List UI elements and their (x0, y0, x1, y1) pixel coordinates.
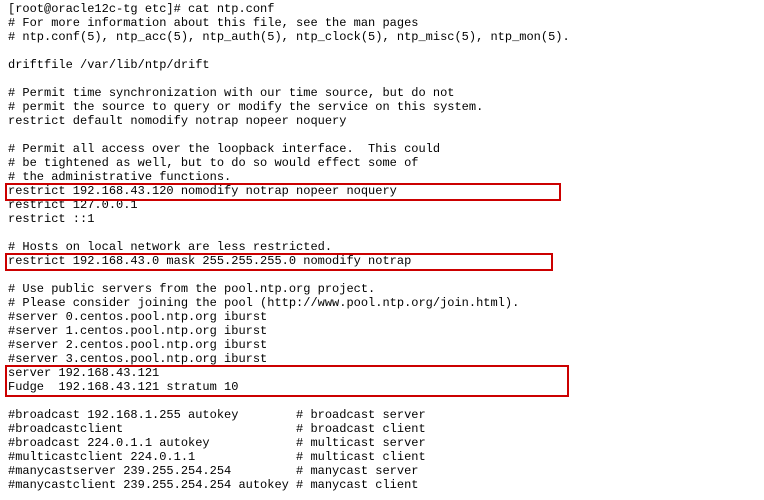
line: restrict default nomodify notrap nopeer … (8, 114, 346, 128)
line: restrict ::1 (8, 212, 94, 226)
line: # ntp.conf(5), ntp_acc(5), ntp_auth(5), … (8, 30, 570, 44)
line: #server 3.centos.pool.ntp.org iburst (8, 352, 267, 366)
line: [root@oracle12c-tg etc]# cat ntp.conf (8, 2, 274, 16)
line: #multicastclient 224.0.1.1 # multicast c… (8, 450, 426, 464)
line: # be tightened as well, but to do so wou… (8, 156, 418, 170)
line: driftfile /var/lib/ntp/drift (8, 58, 210, 72)
line: server 192.168.43.121 (8, 366, 159, 380)
terminal-output: [root@oracle12c-tg etc]# cat ntp.conf # … (0, 0, 578, 494)
line: #server 1.centos.pool.ntp.org iburst (8, 324, 267, 338)
line: #manycastserver 239.255.254.254 # manyca… (8, 464, 418, 478)
line: Fudge 192.168.43.121 stratum 10 (8, 380, 238, 394)
line: #manycastclient 239.255.254.254 autokey … (8, 478, 418, 492)
line: restrict 192.168.43.0 mask 255.255.255.0… (8, 254, 411, 268)
line: # Permit all access over the loopback in… (8, 142, 440, 156)
line: # the administrative functions. (8, 170, 231, 184)
line: #server 2.centos.pool.ntp.org iburst (8, 338, 267, 352)
line: # Hosts on local network are less restri… (8, 240, 332, 254)
line: # Permit time synchronization with our t… (8, 86, 454, 100)
line: #broadcast 192.168.1.255 autokey # broad… (8, 408, 426, 422)
line: # Please consider joining the pool (http… (8, 296, 519, 310)
line: #broadcastclient # broadcast client (8, 422, 426, 436)
line: # For more information about this file, … (8, 16, 418, 30)
line: # permit the source to query or modify t… (8, 100, 483, 114)
line: restrict 127.0.0.1 (8, 198, 138, 212)
line: restrict 192.168.43.120 nomodify notrap … (8, 184, 397, 198)
line: #broadcast 224.0.1.1 autokey # multicast… (8, 436, 426, 450)
line: # Use public servers from the pool.ntp.o… (8, 282, 375, 296)
line: #server 0.centos.pool.ntp.org iburst (8, 310, 267, 324)
